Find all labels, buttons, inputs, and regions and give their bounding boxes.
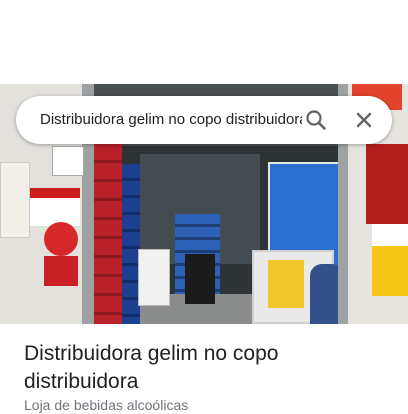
red-crates [94, 144, 122, 324]
skol-sign [372, 224, 408, 246]
search-button[interactable] [300, 104, 332, 136]
notice-sign [52, 146, 84, 176]
search-icon [306, 110, 326, 130]
yellow-sign [372, 246, 408, 296]
white-fridge [138, 249, 170, 306]
brahma-sign [366, 144, 408, 224]
place-category[interactable]: Loja de bebidas alcoólicas [24, 396, 384, 414]
coca-cola-sign [44, 256, 78, 286]
close-icon [356, 112, 372, 128]
dark-cooler [185, 254, 215, 304]
search-bar [16, 96, 392, 144]
prohibited-sign-bar [30, 188, 80, 198]
close-button[interactable] [348, 104, 380, 136]
circle-sign [44, 222, 78, 256]
left-poster [0, 162, 30, 238]
cooler-poster [268, 260, 304, 308]
top-blank-area [0, 0, 408, 84]
search-input[interactable] [40, 96, 302, 144]
prohibited-sign [30, 188, 80, 226]
place-title: Distribuidora gelim no copo distribuidor… [24, 342, 279, 393]
